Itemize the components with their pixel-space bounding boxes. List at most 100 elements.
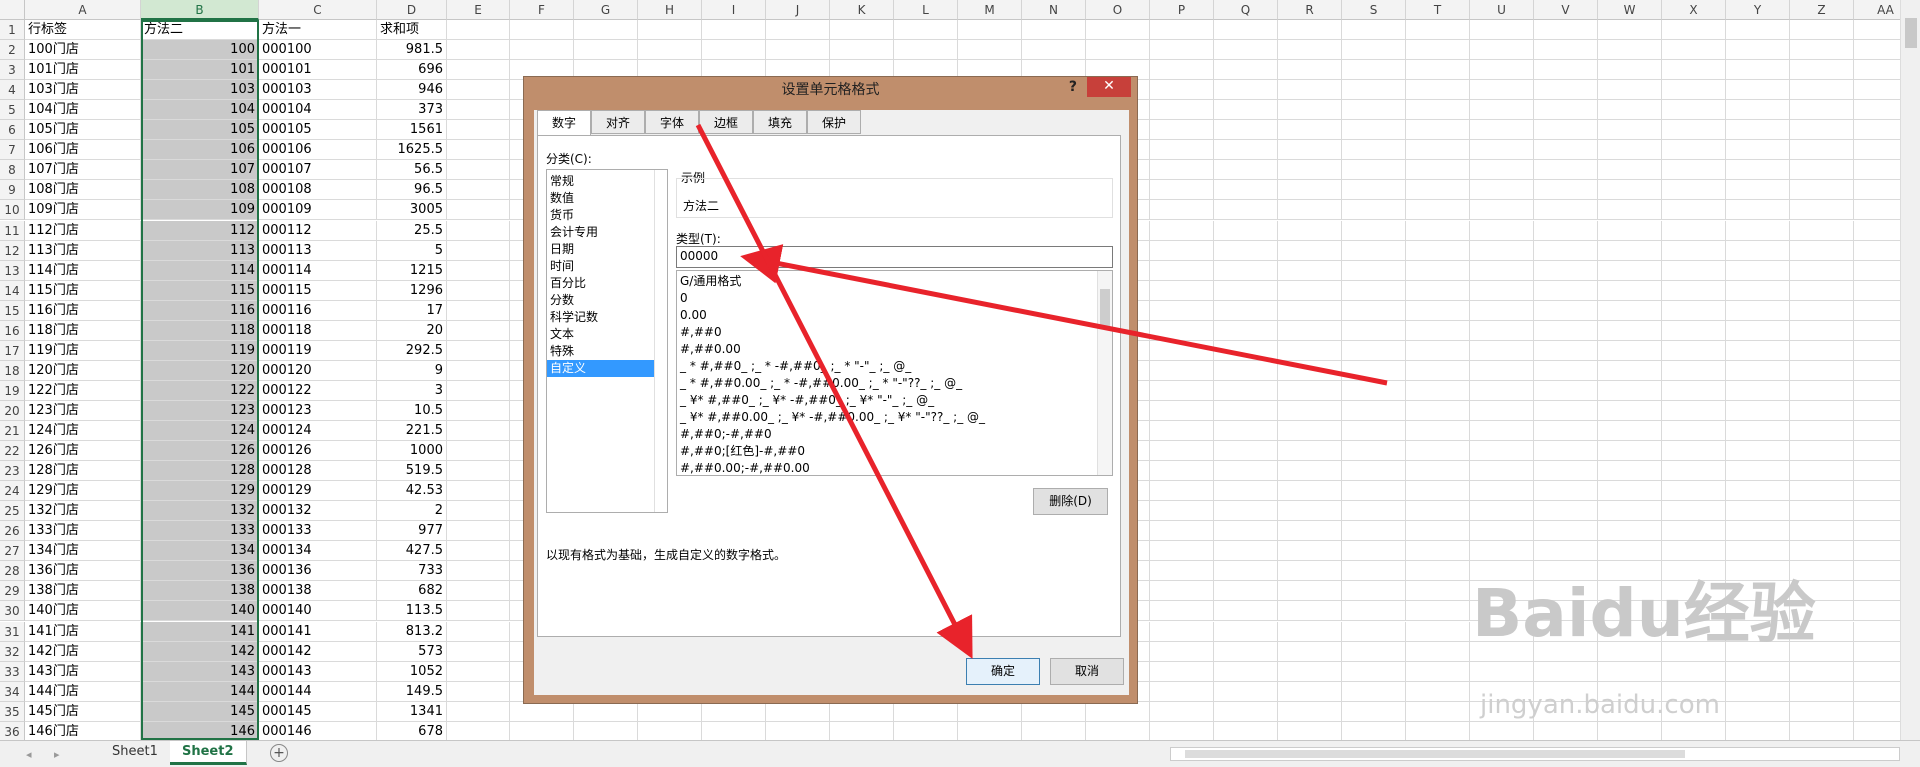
cell-v6[interactable] [1534,120,1598,141]
cell-k2[interactable] [830,40,894,61]
row-header[interactable]: 5 [0,100,25,121]
cell-u18[interactable] [1470,360,1534,381]
cell-t30[interactable] [1406,601,1470,622]
cell-e1[interactable] [447,20,510,41]
cell-a26[interactable]: 133门店 [25,521,141,542]
cell-w16[interactable] [1598,320,1662,341]
help-icon[interactable]: ? [1069,79,1077,95]
cell-y2[interactable] [1726,40,1790,61]
cell-r32[interactable] [1278,641,1342,662]
cell-q21[interactable] [1214,421,1278,442]
cell-r2[interactable] [1278,40,1342,61]
cell-d21[interactable]: 221.5 [377,421,447,442]
cell-s36[interactable] [1342,721,1406,740]
cell-q30[interactable] [1214,601,1278,622]
format-list-scrollbar[interactable] [1097,271,1112,475]
cell-p2[interactable] [1150,40,1214,61]
cell-r19[interactable] [1278,380,1342,401]
column-header-e[interactable]: E [447,0,510,20]
cell-v25[interactable] [1534,501,1598,522]
cell-p28[interactable] [1150,561,1214,582]
cell-r5[interactable] [1278,100,1342,121]
cell-z14[interactable] [1790,280,1854,301]
cell-x17[interactable] [1662,340,1726,361]
cell-r33[interactable] [1278,661,1342,682]
cell-d25[interactable]: 2 [377,501,447,522]
category-item[interactable]: 货币 [547,207,655,224]
row-header[interactable]: 7 [0,140,25,161]
cell-s32[interactable] [1342,641,1406,662]
cell-r16[interactable] [1278,320,1342,341]
cell-s24[interactable] [1342,481,1406,502]
cell-s6[interactable] [1342,120,1406,141]
cell-q8[interactable] [1214,160,1278,181]
cell-b7[interactable]: 106 [141,140,259,161]
cell-c25[interactable]: 000132 [259,501,377,522]
cell-a11[interactable]: 112门店 [25,220,141,241]
cell-x2[interactable] [1662,40,1726,61]
cell-u2[interactable] [1470,40,1534,61]
cell-y21[interactable] [1726,421,1790,442]
row-header[interactable]: 36 [0,721,25,740]
cell-v13[interactable] [1534,260,1598,281]
cell-w4[interactable] [1598,80,1662,101]
cell-e21[interactable] [447,421,510,442]
cell-v22[interactable] [1534,441,1598,462]
row-header[interactable]: 14 [0,280,25,301]
row-header[interactable]: 23 [0,461,25,482]
cell-a29[interactable]: 138门店 [25,581,141,602]
cell-a10[interactable]: 109门店 [25,200,141,221]
cell-e25[interactable] [447,501,510,522]
cell-b32[interactable]: 142 [141,641,259,662]
cell-s22[interactable] [1342,441,1406,462]
cell-e4[interactable] [447,80,510,101]
cell-q31[interactable] [1214,621,1278,642]
cell-t2[interactable] [1406,40,1470,61]
cell-e2[interactable] [447,40,510,61]
cell-x20[interactable] [1662,400,1726,421]
column-header-s[interactable]: S [1342,0,1406,20]
format-item[interactable]: #,##0;-#,##0 [677,426,1098,443]
column-header-p[interactable]: P [1150,0,1214,20]
format-item[interactable]: _ * #,##0.00_ ;_ * -#,##0.00_ ;_ * "-"??… [677,375,1098,392]
cell-x8[interactable] [1662,160,1726,181]
cell-q19[interactable] [1214,380,1278,401]
cell-r21[interactable] [1278,421,1342,442]
cell-p33[interactable] [1150,661,1214,682]
cell-u26[interactable] [1470,521,1534,542]
cell-z20[interactable] [1790,400,1854,421]
cell-x4[interactable] [1662,80,1726,101]
cell-c3[interactable]: 000101 [259,60,377,81]
cell-u33[interactable] [1470,661,1534,682]
cell-d5[interactable]: 373 [377,100,447,121]
cell-y7[interactable] [1726,140,1790,161]
category-item[interactable]: 分数 [547,292,655,309]
cell-a4[interactable]: 103门店 [25,80,141,101]
delete-button[interactable]: 删除(D) [1033,488,1108,515]
cell-z17[interactable] [1790,340,1854,361]
cell-r29[interactable] [1278,581,1342,602]
cell-b25[interactable]: 132 [141,501,259,522]
cell-t11[interactable] [1406,220,1470,241]
cell-e11[interactable] [447,220,510,241]
cell-d9[interactable]: 96.5 [377,180,447,201]
cell-r18[interactable] [1278,360,1342,381]
cell-a14[interactable]: 115门店 [25,280,141,301]
cell-i1[interactable] [702,20,766,41]
cell-q5[interactable] [1214,100,1278,121]
cell-y19[interactable] [1726,380,1790,401]
cell-a28[interactable]: 136门店 [25,561,141,582]
cell-a3[interactable]: 101门店 [25,60,141,81]
cell-p26[interactable] [1150,521,1214,542]
format-list-scroll-thumb[interactable] [1100,289,1110,329]
cell-t5[interactable] [1406,100,1470,121]
cell-c4[interactable]: 000103 [259,80,377,101]
cell-u3[interactable] [1470,60,1534,81]
cell-w18[interactable] [1598,360,1662,381]
cell-e22[interactable] [447,441,510,462]
cell-a18[interactable]: 120门店 [25,360,141,381]
cell-a25[interactable]: 132门店 [25,501,141,522]
cell-y16[interactable] [1726,320,1790,341]
cell-o36[interactable] [1086,721,1150,740]
cell-y9[interactable] [1726,180,1790,201]
